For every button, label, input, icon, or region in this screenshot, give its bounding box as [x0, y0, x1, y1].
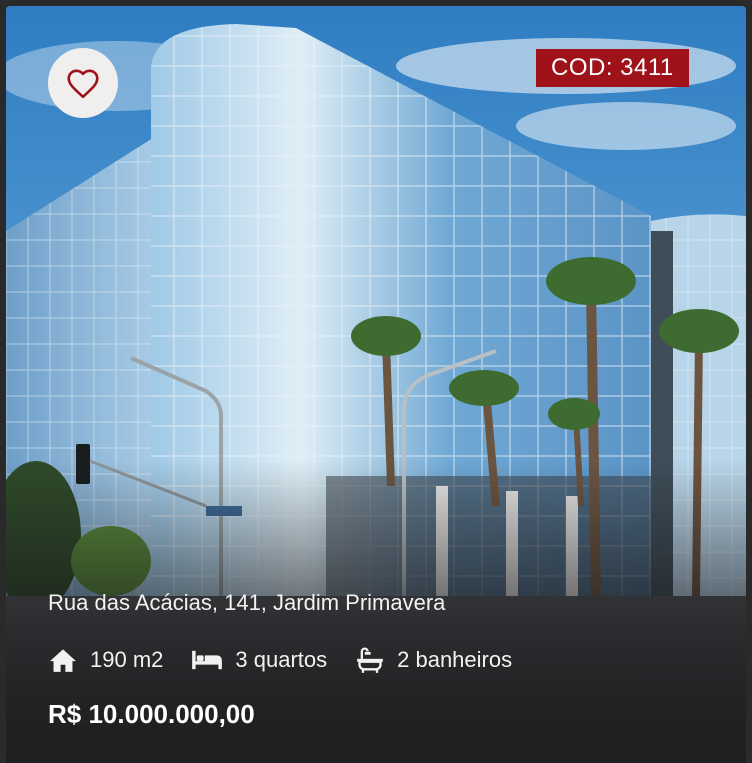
- home-icon: [50, 649, 76, 672]
- property-card[interactable]: COD: 3411 Rua das Acácias, 141, Jardim P…: [6, 6, 746, 763]
- bathtub-icon: [357, 647, 383, 673]
- property-address: Rua das Acácias, 141, Jardim Primavera: [48, 590, 446, 615]
- heart-outline-icon: [67, 69, 99, 99]
- bed-icon: [192, 650, 223, 670]
- feature-bedrooms-label: 3 quartos: [235, 647, 328, 672]
- favorite-button[interactable]: [48, 48, 118, 118]
- feature-bathrooms: 2 banheiros: [355, 646, 512, 674]
- feature-area: 190 m2: [48, 647, 163, 673]
- feature-area-label: 190 m2: [90, 647, 164, 672]
- property-features: 190 m2 3 quartos 2 banheiros: [48, 646, 540, 674]
- property-price: R$ 10.000.000,00: [48, 699, 255, 729]
- feature-bathrooms-label: 2 banheiros: [397, 647, 513, 672]
- feature-bedrooms: 3 quartos: [191, 647, 327, 673]
- property-code-badge: COD: 3411: [536, 49, 689, 87]
